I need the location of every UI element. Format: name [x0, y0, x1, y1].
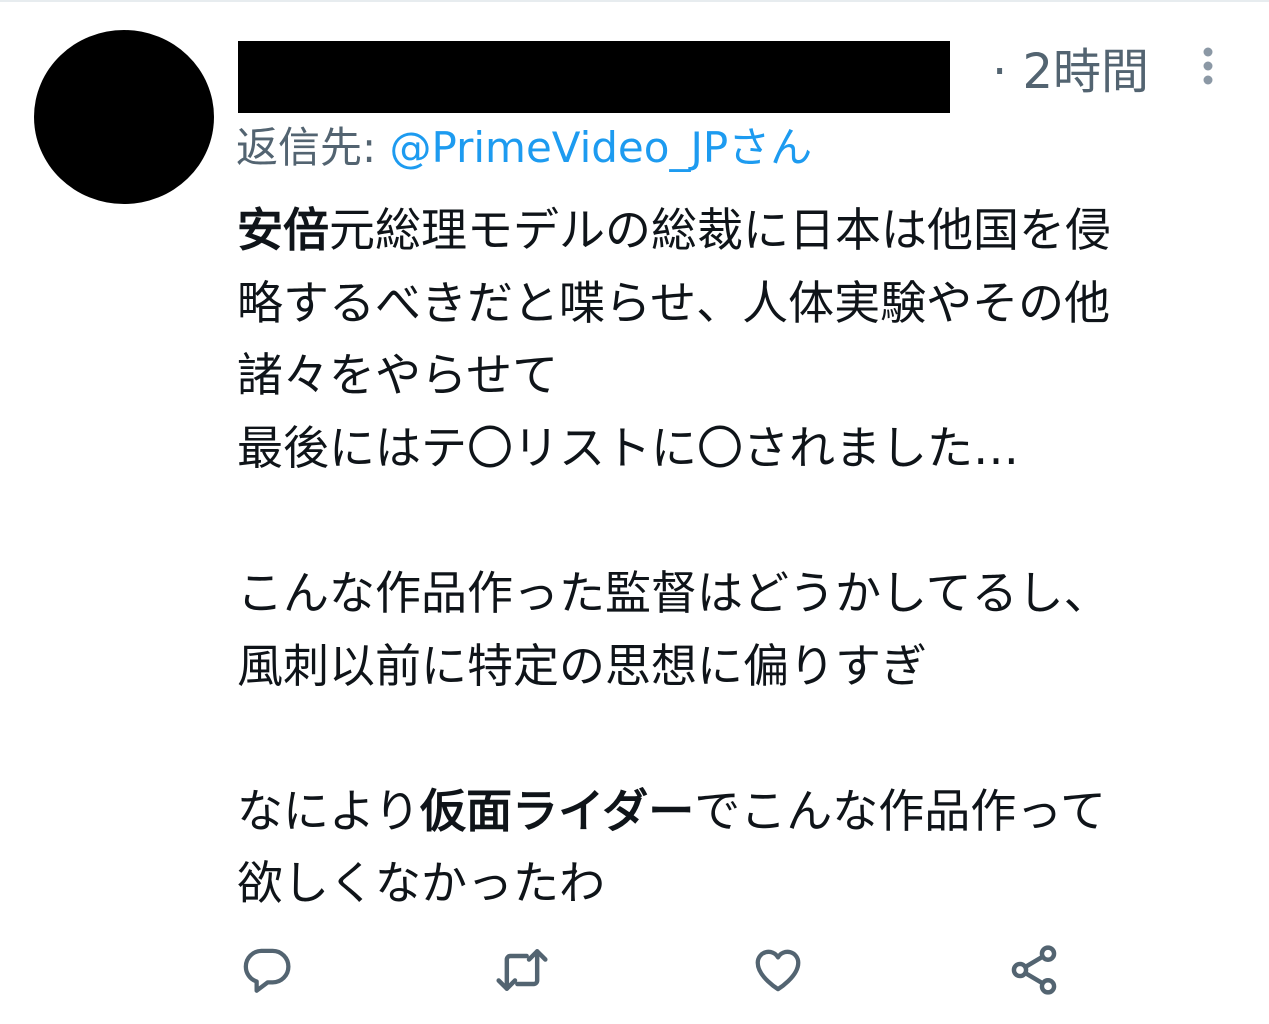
tweet-bold-text: 仮面ライダー — [420, 783, 695, 838]
tweet-text: 安倍元総理モデルの総裁に日本は他国を侵 略するべきだと喋らせ、人体実験やその他 … — [237, 194, 1247, 920]
reply-to-label: 返信先: — [236, 123, 390, 172]
tweet-bold-text: 安倍 — [237, 203, 329, 257]
tweet-line: 安倍元総理モデルの総裁に日本は他国を侵 — [237, 194, 1247, 267]
reply-to-handle-link[interactable]: @PrimeVideo_JPさん — [390, 123, 813, 172]
retweet-icon — [496, 949, 548, 991]
more-vertical-icon[interactable] — [1196, 44, 1220, 88]
tweet-text-segment: 元総理モデルの総裁に日本は他国を侵 — [329, 203, 1111, 257]
reply-to-line: 返信先: @PrimeVideo_JPさん — [236, 118, 812, 178]
tweet-line: 諸々をやらせて — [237, 348, 559, 403]
tweet-text-segment: でこんな作品作って — [694, 783, 1106, 838]
tweet-timestamp[interactable]: · 2時間 — [992, 40, 1149, 104]
tweet-line: 欲しくなかったわ — [237, 856, 605, 911]
redacted-author-name — [238, 41, 950, 113]
tweet-line: 略するべきだと喋らせ、人体実験やその他 — [237, 275, 1111, 330]
tweet-line: 風刺以前に特定の思想に偏りすぎ — [237, 638, 927, 693]
share-icon — [1011, 945, 1057, 995]
tweet-line: なにより仮面ライダーでこんな作品作って — [237, 775, 1247, 848]
reply-button[interactable] — [235, 938, 299, 1002]
reply-icon — [243, 948, 291, 993]
tweet-line: こんな作品作った監督はどうかしてるし、 — [237, 565, 1110, 620]
tweet-line: 最後にはテ〇リストに〇されました… — [237, 420, 1019, 475]
top-divider — [0, 0, 1269, 2]
tweet-text-segment: なにより — [237, 783, 421, 838]
action-bar — [0, 938, 1269, 1002]
heart-icon — [755, 949, 801, 992]
avatar[interactable] — [34, 30, 214, 204]
share-button[interactable] — [1002, 938, 1066, 1002]
retweet-button[interactable] — [490, 938, 554, 1002]
like-button[interactable] — [746, 938, 810, 1002]
